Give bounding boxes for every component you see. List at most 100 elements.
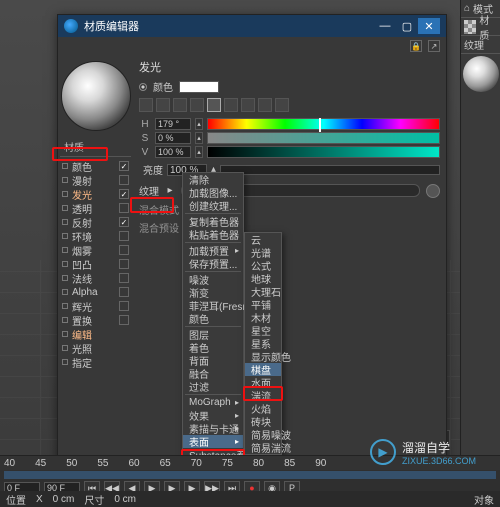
channel-radio[interactable] [62,317,68,323]
channel-radio[interactable] [62,289,68,295]
channel-radio[interactable] [62,247,68,253]
channel-radio[interactable] [62,303,68,309]
channel-checkbox[interactable] [119,273,129,283]
channel-颜色[interactable]: 颜色 [60,159,131,173]
channel-checkbox[interactable] [119,161,129,171]
color-picker-mode-icons [139,98,440,112]
v-label: V [139,147,151,158]
lock-icon[interactable]: 🔒 [410,40,422,52]
channel-radio[interactable] [62,191,68,197]
channel-反射[interactable]: 反射 [60,215,131,229]
channel-凹凸[interactable]: 凹凸 [60,257,131,271]
channel-编辑[interactable]: 编辑 [60,327,131,341]
channel-checkbox[interactable] [119,189,129,199]
picker-icon-8[interactable] [258,98,272,112]
color-swatch[interactable] [179,81,219,93]
channel-checkbox[interactable] [119,217,129,227]
channel-透明[interactable]: 透明 [60,201,131,215]
picker-icon-7[interactable] [241,98,255,112]
channel-label: 法线 [72,271,115,286]
channel-checkbox[interactable] [119,315,129,325]
channel-辉光[interactable]: 辉光 [60,299,131,313]
status-y: 0 cm [53,494,75,505]
channel-漫射[interactable]: 漫射 [60,173,131,187]
arrow-icon[interactable]: ↗ [428,40,440,52]
channel-Alpha[interactable]: Alpha [60,285,131,299]
maximize-button[interactable]: ▢ [396,18,418,34]
v-value[interactable]: 100 % [155,146,191,158]
channel-发光[interactable]: 发光 [60,187,131,201]
channel-环境[interactable]: 环境 [60,229,131,243]
channel-radio[interactable] [62,331,68,337]
channel-烟雾[interactable]: 烟雾 [60,243,131,257]
picker-icon-3[interactable] [173,98,187,112]
channel-checkbox[interactable] [119,287,129,297]
channel-checkbox[interactable] [119,231,129,241]
surface-submenu[interactable]: 云光谱公式地球大理石平铺木材星空星系显示颜色棋盘水面湍流火焰砖块简易噪波简易湍流 [244,232,282,455]
channel-label: 光照 [72,341,129,356]
channel-label: 发光 [72,187,115,202]
texture-dropdown-arrow[interactable]: ▸ [165,185,175,196]
picker-icon-4[interactable] [190,98,204,112]
menu-item-创建纹理...[interactable]: 创建纹理... [183,199,243,212]
channel-label: 环境 [72,229,115,244]
picker-icon-9[interactable] [275,98,289,112]
s-value[interactable]: 0 % [155,132,191,144]
mat-row[interactable]: 材质 [461,18,500,36]
sat-slider[interactable] [207,132,440,144]
watermark-play-icon: ▶ [370,439,396,465]
s-spinner[interactable]: ▴ [195,132,203,144]
color-radio[interactable] [139,83,147,91]
menu-item-保存预置...[interactable]: 保存预置... [183,257,243,270]
channel-radio[interactable] [62,163,68,169]
channel-置换[interactable]: 置换 [60,313,131,327]
status-obj-label: 对象 [474,492,494,507]
menu-item-粘贴着色器[interactable]: 粘贴着色器 [183,228,243,241]
channel-radio[interactable] [62,205,68,211]
picker-icon-2[interactable] [156,98,170,112]
close-button[interactable]: ✕ [418,18,440,34]
panel-material-preview [463,56,499,92]
picker-icon-hsv[interactable] [207,98,221,112]
dialog-titlebar[interactable]: 材质编辑器 — ▢ ✕ [58,15,446,37]
texture-context-menu[interactable]: 清除加载图像...创建纹理...复制着色器粘贴着色器加载预置保存预置...噪波渐… [182,172,244,475]
h-value[interactable]: 179 ° [155,118,191,130]
timeline-scrubber[interactable] [4,471,496,479]
hue-slider[interactable] [207,118,440,130]
v-spinner[interactable]: ▴ [195,146,203,158]
material-name-label[interactable]: 材质 [60,137,131,157]
texture-browse-button[interactable] [426,184,440,198]
material-preview-sphere[interactable] [61,61,131,131]
channel-checkbox[interactable] [119,301,129,311]
channel-checkbox[interactable] [119,259,129,269]
channel-checkbox[interactable] [119,175,129,185]
picker-icon-6[interactable] [224,98,238,112]
channel-label: 凹凸 [72,257,115,272]
timeline-mark: 40 [4,458,15,469]
picker-icon-1[interactable] [139,98,153,112]
tex-label: 纹理 [464,37,484,52]
channel-checkbox[interactable] [119,203,129,213]
channel-法线[interactable]: 法线 [60,271,131,285]
menu-item-颜色[interactable]: 颜色 [183,312,243,325]
channel-radio[interactable] [62,275,68,281]
channel-label: 编辑 [72,327,129,342]
submenu-item-简易湍流[interactable]: 简易湍流 [245,441,281,454]
channel-radio[interactable] [62,359,68,365]
channel-radio[interactable] [62,233,68,239]
channel-指定[interactable]: 指定 [60,355,131,369]
h-spinner[interactable]: ▴ [195,118,203,130]
texture-label: 纹理 [139,183,159,198]
channel-光照[interactable]: 光照 [60,341,131,355]
channel-radio[interactable] [62,261,68,267]
menu-item-过滤[interactable]: 过滤 [183,380,243,393]
mix-mode-label: 混合模式 [139,202,179,217]
channel-checkbox[interactable] [119,245,129,255]
val-slider[interactable] [207,146,440,158]
channel-radio[interactable] [62,219,68,225]
channel-radio[interactable] [62,177,68,183]
brightness-slider[interactable] [220,165,440,175]
minimize-button[interactable]: — [374,18,396,34]
hue-marker[interactable] [319,118,321,132]
channel-radio[interactable] [62,345,68,351]
